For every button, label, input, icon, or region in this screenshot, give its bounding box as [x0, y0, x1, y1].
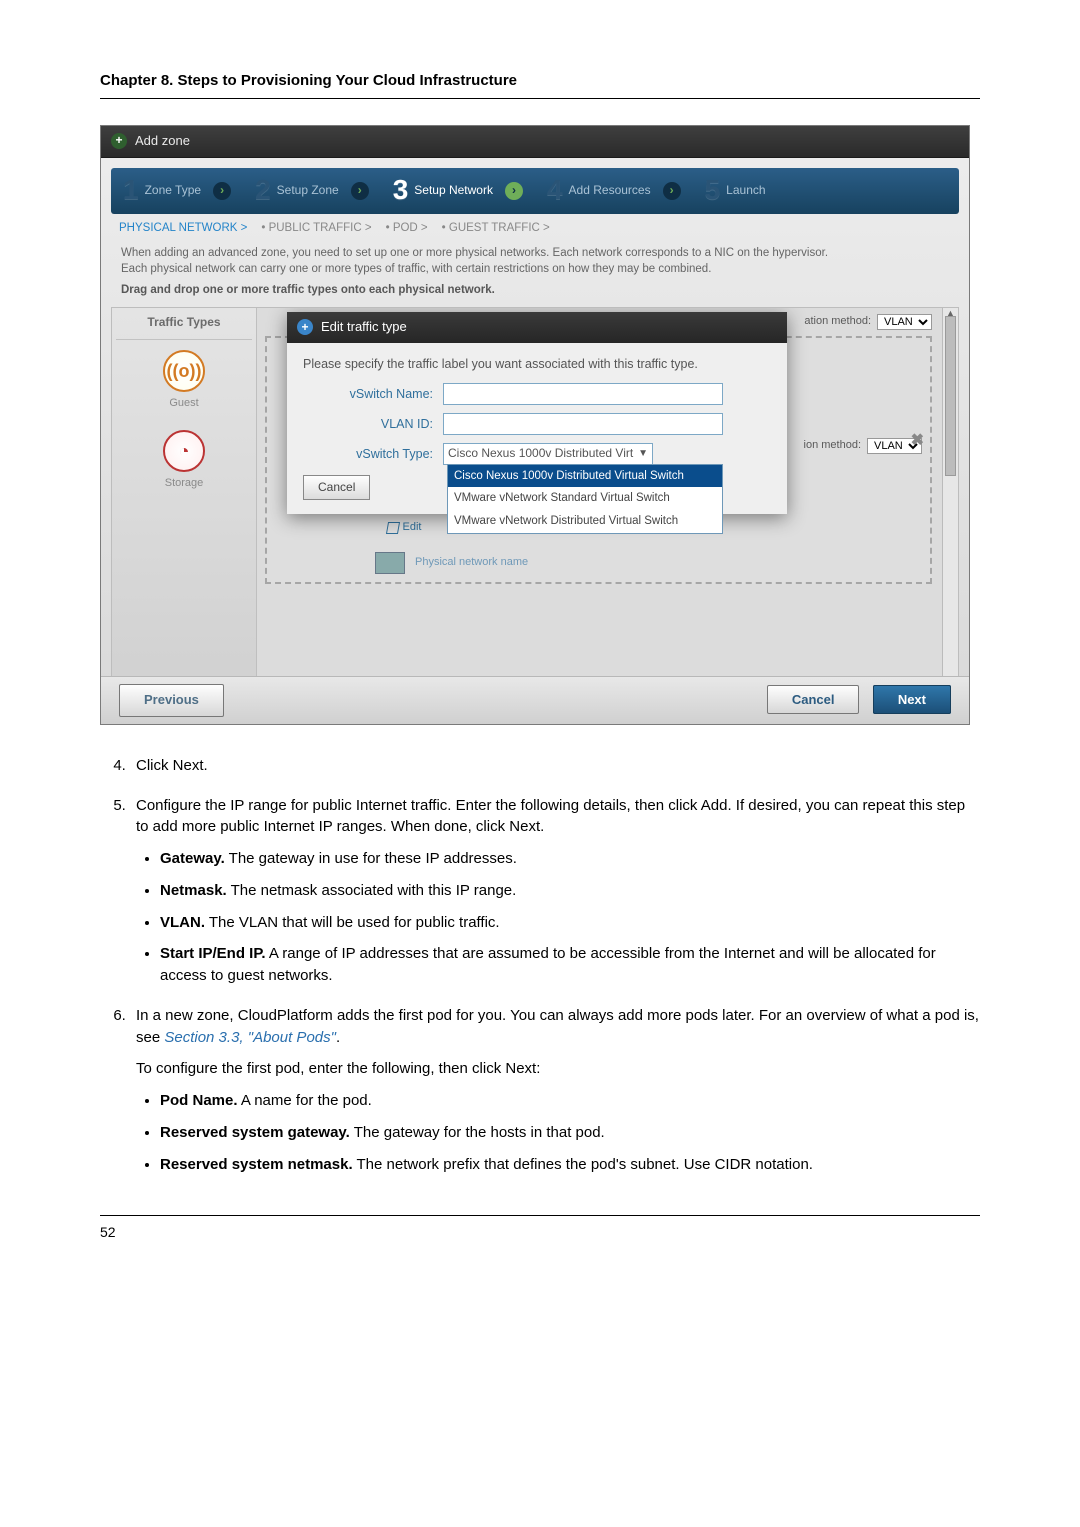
step-setup-zone[interactable]: 2 Setup Zone › [243, 168, 381, 214]
modal-lead-text: Please specify the traffic label you wan… [303, 355, 771, 373]
step-number: 3 [393, 170, 409, 211]
vlan-id-input[interactable] [443, 413, 723, 435]
list-item: Pod Name. A name for the pod. [160, 1090, 980, 1112]
wizard-steps: 1 Zone Type › 2 Setup Zone › 3 Setup Net… [111, 168, 959, 214]
edit-traffic-link[interactable]: Edit [385, 520, 423, 536]
inner-list: Gateway. The gateway in use for these IP… [136, 848, 980, 987]
previous-button[interactable]: Previous [119, 684, 224, 717]
modal-title: Edit traffic type [321, 318, 407, 337]
add-zone-screenshot: + Add zone 1 Zone Type › 2 Setup Zone › … [100, 125, 970, 725]
vswitch-name-input[interactable] [443, 383, 723, 405]
step-zone-type[interactable]: 1 Zone Type › [111, 168, 243, 214]
traffic-type-storage[interactable]: ◔ Storage [116, 430, 252, 492]
traffic-types-header: Traffic Types [116, 314, 252, 340]
modal-header: + Edit traffic type [287, 312, 787, 343]
list-item: Netmask. The netmask associated with thi… [160, 880, 980, 902]
step-setup-network[interactable]: 3 Setup Network › [381, 168, 535, 214]
page-header: Chapter 8. Steps to Provisioning Your Cl… [100, 70, 980, 99]
list-item: Reserved system netmask. The network pre… [160, 1154, 980, 1176]
plus-icon: + [111, 133, 127, 149]
edit-traffic-type-modal: + Edit traffic type Please specify the t… [287, 312, 787, 514]
step-number: 1 [123, 170, 139, 211]
storage-traffic-icon: ◔ [163, 430, 205, 472]
dialog-title: Add zone [135, 132, 190, 151]
isolation-method-label: ation method: [804, 314, 871, 330]
chevron-down-icon: ▼ [638, 447, 648, 462]
cancel-button[interactable]: Cancel [767, 685, 860, 714]
dropdown-option[interactable]: VMware vNetwork Distributed Virtual Swit… [448, 510, 722, 533]
network-thumbnail-icon [375, 552, 405, 574]
step-add-resources[interactable]: 4 Add Resources › [535, 168, 693, 214]
chevron-right-icon: › [505, 182, 523, 200]
paragraph: To configure the first pod, enter the fo… [136, 1058, 980, 1080]
wizard-footer: Previous Cancel Next [101, 676, 969, 724]
step-label: Zone Type [145, 182, 201, 199]
guest-traffic-icon: ((o)) [163, 350, 205, 392]
intro-instruction: Drag and drop one or more traffic types … [121, 283, 949, 299]
list-item: VLAN. The VLAN that will be used for pub… [160, 912, 980, 934]
step-number: 4 [547, 170, 563, 211]
about-pods-link[interactable]: Section 3.3, "About Pods" [164, 1029, 336, 1046]
dropdown-option[interactable]: VMware vNetwork Standard Virtual Switch [448, 487, 722, 510]
select-value: Cisco Nexus 1000v Distributed Virt [448, 445, 633, 462]
step-label: Setup Zone [277, 182, 339, 199]
page-number: 52 [100, 1224, 116, 1240]
traffic-type-label: Guest [116, 396, 252, 412]
intro-line: When adding an advanced zone, you need t… [121, 246, 949, 262]
vlan-id-label: VLAN ID: [303, 415, 433, 433]
step-launch[interactable]: 5 Launch [693, 168, 778, 214]
list-item: Click Next. [130, 755, 980, 777]
isolation-method-label: ion method: [804, 438, 861, 454]
inner-list: Pod Name. A name for the pod. Reserved s… [136, 1090, 980, 1175]
dialog-titlebar: + Add zone [101, 126, 969, 158]
step-label: Setup Network [414, 182, 493, 199]
chevron-right-icon: › [351, 182, 369, 200]
vswitch-name-label: vSwitch Name: [303, 385, 433, 403]
list-item: Reserved system gateway. The gateway for… [160, 1122, 980, 1144]
traffic-types-panel: Traffic Types ((o)) Guest ◔ Storage [112, 308, 257, 686]
vertical-scrollbar[interactable]: ▲ [942, 308, 958, 686]
sub-nav: PHYSICAL NETWORK > PUBLIC TRAFFIC > POD … [111, 220, 959, 237]
step-label: Launch [726, 182, 765, 199]
intro-text: When adding an advanced zone, you need t… [121, 246, 949, 299]
list-item: In a new zone, CloudPlatform adds the fi… [130, 1005, 980, 1176]
physical-network-name-label: Physical network name [415, 555, 528, 571]
vswitch-type-label: vSwitch Type: [303, 445, 433, 463]
next-button[interactable]: Next [873, 685, 951, 714]
traffic-type-guest[interactable]: ((o)) Guest [116, 350, 252, 412]
physical-network-workarea: ▲ Traffic Types ((o)) Guest ◔ Storage at… [111, 307, 959, 687]
subnav-physical-network[interactable]: PHYSICAL NETWORK > [119, 220, 247, 237]
chevron-right-icon: › [213, 182, 231, 200]
modal-cancel-button[interactable]: Cancel [303, 475, 370, 500]
dropdown-option[interactable]: Cisco Nexus 1000v Distributed Virtual Sw… [448, 465, 722, 488]
list-item: Gateway. The gateway in use for these IP… [160, 848, 980, 870]
instruction-list: Click Next. Configure the IP range for p… [100, 755, 980, 1176]
pencil-icon [385, 522, 399, 534]
footer-rule: 52 [100, 1215, 980, 1244]
scrollbar-thumb[interactable] [945, 316, 956, 476]
traffic-type-label: Storage [116, 476, 252, 492]
close-icon[interactable]: ✖ [911, 429, 924, 452]
list-item: Configure the IP range for public Intern… [130, 795, 980, 987]
subnav-public-traffic[interactable]: PUBLIC TRAFFIC > [261, 220, 371, 237]
isolation-method-select[interactable]: VLAN [877, 314, 932, 330]
vswitch-type-dropdown[interactable]: Cisco Nexus 1000v Distributed Virtual Sw… [447, 464, 723, 534]
chevron-right-icon: › [663, 182, 681, 200]
step-label: Add Resources [569, 182, 651, 199]
vswitch-type-select[interactable]: Cisco Nexus 1000v Distributed Virt ▼ [443, 443, 653, 465]
step-number: 5 [705, 170, 721, 211]
subnav-guest-traffic[interactable]: GUEST TRAFFIC > [442, 220, 550, 237]
list-item: Start IP/End IP. A range of IP addresses… [160, 943, 980, 987]
plus-icon: + [297, 319, 313, 335]
intro-line: Each physical network can carry one or m… [121, 262, 949, 278]
subnav-pod[interactable]: POD > [386, 220, 428, 237]
step-number: 2 [255, 170, 271, 211]
